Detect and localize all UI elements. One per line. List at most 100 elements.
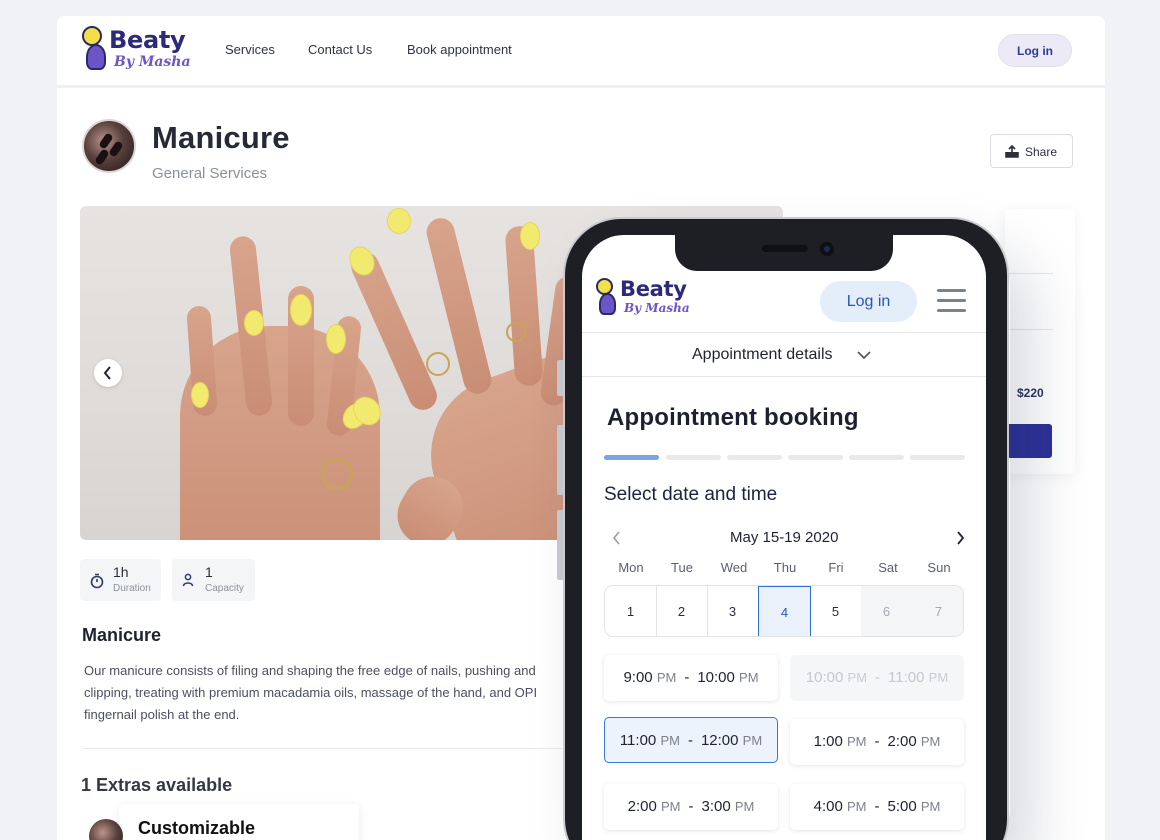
slot-end: 5:00: [887, 798, 917, 815]
mobile-header-divider: [582, 332, 986, 333]
slot-end-ampm: PM: [928, 670, 949, 685]
time-slot[interactable]: 1:00 PM -2:00 PM: [790, 719, 964, 765]
day-cell[interactable]: 5: [810, 586, 862, 636]
nav-services[interactable]: Services: [225, 42, 275, 57]
extra-item-name: Customizable: [138, 818, 256, 838]
slot-end: 12:00: [700, 732, 739, 749]
slot-end: 11:00: [888, 669, 925, 686]
slot-start-ampm: PM: [847, 670, 868, 685]
day-picker: 1 2 3 4 5 6 7: [604, 585, 964, 637]
description-text: Our manicure consists of filing and shap…: [84, 660, 574, 726]
progress-step: [910, 455, 965, 460]
duration-value: 1h: [113, 564, 129, 580]
slot-end-ampm: PM: [734, 799, 755, 814]
slot-end-ampm: PM: [742, 733, 763, 748]
slot-start: 2:00: [627, 798, 657, 815]
hamburger-menu-icon[interactable]: [937, 289, 966, 313]
capacity-stat: 1 Capacity: [172, 559, 255, 601]
brand-logo[interactable]: Beaty By Masha: [79, 24, 191, 74]
slot-end: 3:00: [701, 798, 731, 815]
description-line: clipping, treating with premium macadami…: [84, 685, 538, 700]
person-logo-icon: [599, 293, 616, 315]
time-slot[interactable]: 2:00 PM -3:00 PM: [604, 784, 778, 830]
slot-start: 9:00: [623, 669, 653, 686]
time-slot-selected[interactable]: 11:00 PM -12:00 PM: [604, 717, 778, 763]
day-cell[interactable]: 1: [605, 586, 657, 636]
service-price: $220: [1017, 386, 1044, 400]
prev-week-chevron-icon[interactable]: [612, 531, 622, 545]
slot-start: 4:00: [813, 798, 843, 815]
slot-end: 10:00: [697, 669, 735, 686]
phone-speaker: [762, 245, 808, 252]
appointment-details-toggle[interactable]: Appointment details: [692, 346, 833, 364]
phone-camera: [820, 242, 834, 256]
book-now-button[interactable]: [1005, 424, 1052, 458]
mobile-logo-brand-text: Beaty: [620, 277, 687, 301]
time-slot[interactable]: 4:00 PM -5:00 PM: [790, 784, 964, 830]
duration-label: Duration: [113, 583, 151, 594]
weekday-label: Thu: [773, 560, 797, 575]
login-button[interactable]: Log in: [998, 34, 1072, 67]
mobile-logo-sub-text: By Masha: [624, 301, 690, 315]
description-line: Our manicure consists of filing and shap…: [84, 663, 536, 678]
weekday-label: Tue: [671, 560, 693, 575]
slot-start-ampm: PM: [660, 733, 680, 748]
progress-step: [849, 455, 904, 460]
slot-start-ampm: PM: [661, 799, 681, 814]
progress-step: [666, 455, 721, 460]
nav-book-appointment[interactable]: Book appointment: [407, 42, 512, 57]
day-cell-disabled: 7: [912, 586, 963, 636]
nav-contact-us[interactable]: Contact Us: [308, 42, 372, 57]
logo-brand-text: Beaty: [109, 26, 186, 54]
slot-start-ampm: PM: [847, 799, 867, 814]
extras-title: 1 Extras available: [81, 775, 233, 795]
booking-title: Appointment booking: [607, 404, 859, 431]
weekday-label: Sat: [878, 560, 898, 575]
gallery-prev-button[interactable]: [94, 359, 122, 387]
mobile-login-button[interactable]: Log in: [820, 281, 917, 322]
slot-end-ampm: PM: [920, 734, 941, 749]
share-button[interactable]: Share: [990, 134, 1073, 168]
capacity-value: 1: [205, 564, 213, 580]
next-week-chevron-icon[interactable]: [955, 531, 965, 545]
day-cell-selected[interactable]: 4: [758, 586, 811, 636]
day-cell[interactable]: 2: [656, 586, 708, 636]
progress-step: [788, 455, 843, 460]
weekday-label: Fri: [828, 560, 844, 575]
slot-end: 2:00: [887, 733, 917, 750]
mobile-brand-logo[interactable]: Beaty By Masha: [594, 276, 694, 320]
day-cell[interactable]: 3: [707, 586, 759, 636]
share-label: Share: [1025, 145, 1058, 159]
extra-item-thumbnail: [89, 819, 123, 840]
day-cell-disabled: 6: [861, 586, 913, 636]
chevron-left-icon: [103, 366, 111, 380]
slot-end-ampm: PM: [920, 799, 941, 814]
details-divider: [582, 376, 986, 377]
slot-start: 11:00: [619, 732, 657, 749]
description-title: Manicure: [82, 625, 162, 645]
page-title: Manicure: [152, 120, 290, 155]
person-logo-icon: [86, 44, 106, 70]
progress-step: [727, 455, 782, 460]
date-range-label: May 15-19 2020: [730, 529, 839, 546]
duration-stat: 1h Duration: [80, 559, 161, 601]
lightbulb-icon: [82, 26, 102, 46]
slot-start: 1:00: [813, 733, 843, 750]
weekday-label: Sun: [927, 560, 951, 575]
service-category: General Services: [152, 165, 268, 182]
logo-sub-text: By Masha: [114, 54, 191, 70]
slot-start-ampm: PM: [847, 734, 867, 749]
top-navbar: Beaty By Masha Services Contact Us Book …: [57, 16, 1105, 88]
section-divider: [82, 748, 582, 749]
description-line: fingernail polish at the end.: [84, 707, 240, 722]
progress-step: [604, 455, 659, 460]
stopwatch-icon: [90, 573, 104, 589]
chevron-down-icon[interactable]: [857, 351, 871, 359]
slot-start: 10:00: [805, 669, 844, 686]
time-slot-disabled: 10:00 PM -11:00 PM: [790, 655, 964, 701]
select-date-time-heading: Select date and time: [604, 484, 778, 505]
person-icon: [182, 573, 194, 587]
weekday-label: Mon: [618, 560, 644, 575]
time-slot[interactable]: 9:00 PM -10:00 PM: [604, 655, 778, 701]
service-avatar: [82, 119, 136, 173]
